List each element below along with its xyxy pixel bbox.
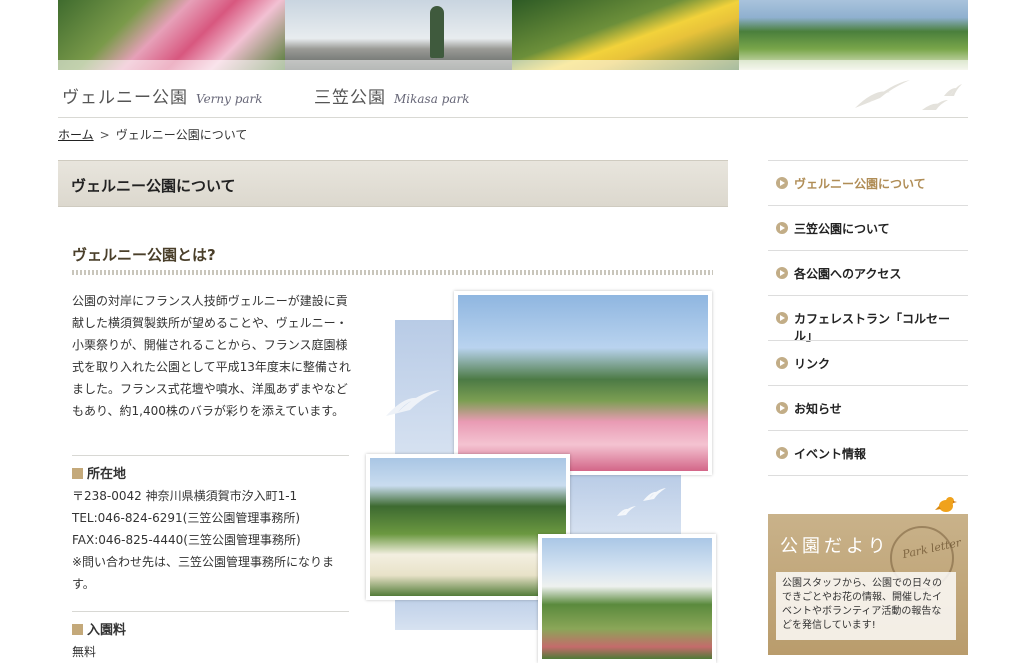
fax-line: FAX:046-825-4440(三笠公園管理事務所) [72, 533, 301, 547]
sidebar-item-label: 三笠公園について [794, 222, 890, 236]
photo-gazebo [538, 534, 716, 663]
seagull-icon [386, 390, 440, 416]
sidebar-item-access[interactable]: 各公園へのアクセス [768, 250, 968, 295]
page-title: ヴェルニー公園について [71, 177, 236, 195]
photo-roses-waterfront [454, 291, 712, 475]
sidebar-item-label: お知らせ [794, 402, 842, 416]
sidebar-item-verny-park[interactable]: ヴェルニー公園について [768, 160, 968, 205]
nav-verny-park-en: Verny park [196, 92, 263, 106]
location-divider [72, 455, 349, 456]
header-photo-harbor [285, 0, 512, 70]
location-heading-text: 所在地 [87, 467, 127, 482]
square-bullet-icon [72, 624, 83, 635]
header-photo-roses [58, 0, 285, 70]
breadcrumb-home-link[interactable]: ホーム [58, 128, 94, 142]
arrow-bullet-icon [776, 177, 788, 189]
nav-mikasa-park-ja: 三笠公園 [314, 88, 386, 108]
seagull-icon [617, 506, 636, 516]
sidebar-item-mikasa-park[interactable]: 三笠公園について [768, 205, 968, 250]
section-dotted-divider [72, 270, 713, 275]
address-line: 〒238-0042 神奈川県横須賀市汐入町1-1 [72, 489, 298, 503]
arrow-bullet-icon [776, 267, 788, 279]
breadcrumb-separator: > [99, 128, 110, 142]
photo-collage [366, 290, 716, 663]
header-photo-tulips [512, 0, 739, 70]
arrow-bullet-icon [776, 222, 788, 234]
page-title-bar: ヴェルニー公園について [58, 160, 728, 207]
sidebar-item-label: カフェレストラン「コルセール」 [794, 312, 951, 343]
sidebar-item-label: イベント情報 [794, 447, 867, 461]
contact-note: ※問い合わせ先は、三笠公園管理事務所になります。 [72, 555, 335, 591]
fee-heading-text: 入園料 [87, 623, 127, 638]
sidebar-menu: ヴェルニー公園について 三笠公園について 各公園へのアクセス カフェレストラン「… [768, 160, 968, 476]
section-title: ヴェルニー公園とは? [72, 246, 216, 264]
nav-mikasa-park[interactable]: 三笠公園 Mikasa park [314, 83, 470, 108]
arrow-bullet-icon [776, 312, 788, 324]
nav-mikasa-park-en: Mikasa park [394, 92, 470, 106]
seagulls-decoration [855, 80, 962, 110]
header-photo-garden [739, 0, 968, 70]
header-divider [58, 117, 968, 118]
location-info: 〒238-0042 神奈川県横須賀市汐入町1-1 TEL:046-824-629… [72, 485, 352, 595]
location-heading: 所在地 [72, 463, 126, 482]
tel-line: TEL:046-824-6291(三笠公園管理事務所) [72, 511, 301, 525]
breadcrumb: ホーム > ヴェルニー公園について [58, 126, 247, 143]
sidebar-item-label: 各公園へのアクセス [794, 267, 902, 281]
sidebar-item-links[interactable]: リンク [768, 340, 968, 385]
breadcrumb-current: ヴェルニー公園について [115, 128, 248, 142]
park-letter-banner[interactable]: 公園だより Park letter 公園スタッフから、公園での日々のできごとやお… [768, 514, 968, 655]
sidebar-item-label: ヴェルニー公園について [794, 177, 926, 191]
fee-value: 無料 [72, 645, 97, 659]
sidebar-item-cafe[interactable]: カフェレストラン「コルセール」 [768, 295, 968, 343]
arrow-bullet-icon [776, 402, 788, 414]
sidebar-item-label: リンク [794, 357, 831, 371]
bird-icon [935, 497, 957, 512]
nav-verny-park[interactable]: ヴェルニー公園 Verny park [62, 83, 263, 108]
fee-divider [72, 611, 349, 612]
nav-verny-park-ja: ヴェルニー公園 [62, 88, 188, 108]
arrow-bullet-icon [776, 357, 788, 369]
park-description: 公園の対岸にフランス人技師ヴェルニーが建設に貢献した横須賀製鉄所が望めることや、… [72, 294, 351, 418]
statue-silhouette [430, 6, 444, 58]
seagull-icon [643, 488, 666, 501]
fee-heading: 入園料 [72, 619, 126, 638]
sidebar-item-events[interactable]: イベント情報 [768, 430, 968, 476]
arrow-bullet-icon [776, 447, 788, 459]
park-letter-title: 公園だより [780, 536, 890, 557]
park-letter-message: 公園スタッフから、公園での日々のできごとやお花の情報、開催したイベントやボランテ… [776, 572, 956, 640]
sidebar-item-news[interactable]: お知らせ [768, 385, 968, 430]
square-bullet-icon [72, 468, 83, 479]
